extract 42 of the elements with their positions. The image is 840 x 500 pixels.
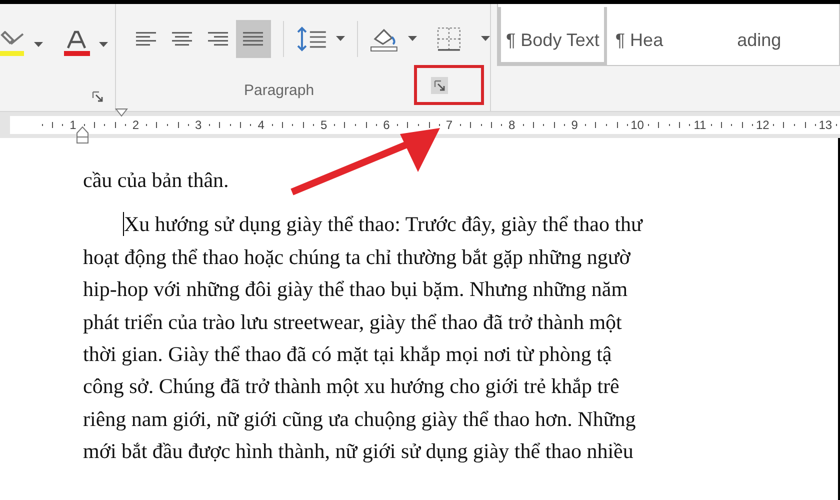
dialog-launcher-icon[interactable] <box>92 91 103 102</box>
dialog-launcher-icon[interactable] <box>434 80 445 90</box>
align-left-icon <box>134 30 157 46</box>
ruler-number: 7 <box>446 117 453 134</box>
document-text-line: mới bắt đầu được hình thành, nữ giới sử dụng giày thể thao nhiều <box>83 438 634 466</box>
ruler-number: 6 <box>383 117 390 134</box>
ruler-number: 12 <box>756 117 770 134</box>
dropdown-caret-icon[interactable] <box>99 42 108 46</box>
document-text-line: Xu hướng sử dụng giày thể thao: Trước đây, giày thể thao thư <box>122 211 642 238</box>
ruler-number: 11 <box>694 117 706 134</box>
line-spacing-icon[interactable] <box>296 26 328 52</box>
align-button[interactable] <box>236 20 272 58</box>
ruler-number: 9 <box>571 117 578 134</box>
dropdown-caret-icon[interactable] <box>336 36 346 41</box>
ruler-number: 13 <box>818 117 832 134</box>
style-item[interactable]: ¶ Body Text <box>498 7 608 65</box>
justify-icon <box>242 30 264 46</box>
style-item[interactable]: ading <box>729 7 790 65</box>
ruler-number: 8 <box>508 117 516 134</box>
style-item[interactable]: ¶ Hea <box>607 7 672 65</box>
font-color-icon[interactable] <box>63 30 91 58</box>
document-text-line: phát triển của trào lưu streetwear, giày thể thao đã trở thành một <box>83 308 622 336</box>
document-text-line: thời gian. Giày thể thao đã có mặt tại khắp mọi nơi từ phòng tậ <box>83 341 612 368</box>
dropdown-caret-icon[interactable] <box>481 36 490 41</box>
ruler-number: 2 <box>132 117 140 134</box>
document-text-line: hip-hop với những đôi giày thể thao bụi bặm. Nhưng những năm <box>83 276 628 304</box>
align-center-icon <box>170 30 193 46</box>
align-right-icon <box>206 30 229 46</box>
borders-icon[interactable] <box>437 26 461 50</box>
ruler-number: 5 <box>320 117 328 134</box>
ruler-number: 4 <box>258 117 264 134</box>
ruler-number: 1 <box>70 117 76 134</box>
document-text-line: công sở. Chúng đã trở thành một xu hướng cho giới trẻ khắp trê <box>83 373 620 400</box>
group-label: Paragraph <box>244 80 314 101</box>
dropdown-caret-icon[interactable] <box>408 36 418 41</box>
ruler-number: 10 <box>630 117 644 134</box>
ruler-number: 3 <box>195 117 202 134</box>
highlighter-icon[interactable] <box>0 31 26 57</box>
document-text-line: riêng nam giới, nữ giới cũng ưa chuộng giày thể thao hơn. Những <box>83 406 636 433</box>
document-text-line: cầu của bản thân. <box>83 167 229 194</box>
document-text-line: hoạt động thể thao hoặc chúng ta chỉ thường bắt gặp những ngườ <box>83 244 630 271</box>
dropdown-caret-icon[interactable] <box>34 42 43 46</box>
